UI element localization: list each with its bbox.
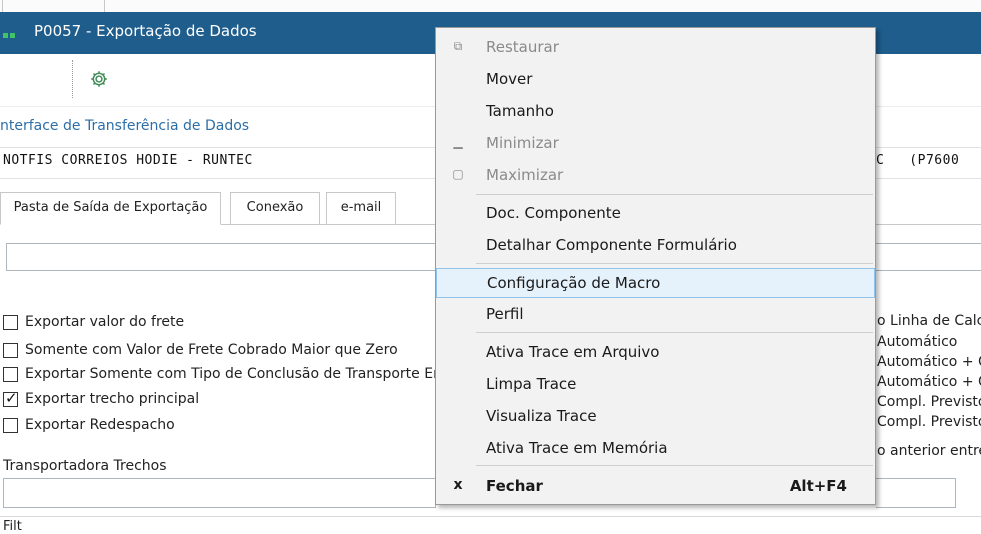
menu-separator [476, 465, 873, 466]
menu-item-label: Perfil [486, 305, 524, 323]
checkbox-label: Exportar Somente com Tipo de Conclusão d… [25, 366, 439, 382]
menu-item-label: Mover [486, 70, 533, 88]
menu-item-minimizar[interactable]: ▁ Minimizar [436, 128, 875, 158]
menu-item-fechar[interactable]: x Fechar Alt+F4 [436, 471, 875, 501]
right-option-label: Compl. Previsto [877, 414, 981, 430]
output-folder-input[interactable] [6, 243, 436, 271]
menu-item-label: Doc. Componente [486, 204, 621, 222]
menu-item-label: Minimizar [486, 134, 559, 152]
tab-email[interactable]: e-mail [326, 192, 396, 224]
menu-item-shortcut: Alt+F4 [789, 477, 847, 495]
menu-item-label: Maximizar [486, 166, 564, 184]
minimize-icon: ▁ [453, 135, 463, 149]
menu-item-label: Visualiza Trace [486, 407, 597, 425]
output-folder-input-right[interactable] [876, 243, 981, 271]
checkbox-checked[interactable] [3, 389, 18, 407]
close-icon: x [453, 477, 463, 493]
checkbox-label: Exportar trecho principal [25, 391, 200, 407]
menu-item-label: Limpa Trace [486, 375, 577, 393]
tab-conexao[interactable]: Conexão [230, 192, 320, 224]
tab-label: Conexão [246, 200, 304, 215]
menu-item-mover[interactable]: Mover [436, 64, 875, 94]
menu-item-label: Ativa Trace em Arquivo [486, 343, 660, 361]
right-option-label: o Linha de Calc [877, 313, 981, 329]
tab-pasta-saida[interactable]: Pasta de Saída de Exportação [0, 192, 221, 225]
menu-item-label: Ativa Trace em Memória [486, 439, 668, 457]
menu-item-perfil[interactable]: Perfil [436, 299, 875, 329]
gear-icon[interactable] [88, 68, 110, 90]
menu-item-tamanho[interactable]: Tamanho [436, 96, 875, 126]
app-status-icon [3, 26, 17, 42]
menu-separator [476, 263, 873, 264]
right-option-label: Automático [877, 334, 958, 350]
menu-item-ativa-trace-arquivo[interactable]: Ativa Trace em Arquivo [436, 337, 875, 367]
section-header: nterface de Transferência de Dados [0, 118, 250, 134]
carrier-input[interactable] [3, 478, 436, 508]
interface-value-right: C (P7600 [876, 153, 960, 168]
carrier-input-right[interactable] [876, 478, 956, 508]
checkbox-label: Exportar Redespacho [25, 417, 175, 433]
checkbox[interactable] [3, 418, 18, 433]
bottom-divider [0, 516, 981, 517]
interface-value: NOTFIS CORREIOS HODIE - RUNTEC [3, 153, 253, 168]
checkbox[interactable] [3, 315, 18, 330]
checkbox-label: Exportar valor do frete [25, 314, 185, 330]
maximize-icon: ▢ [452, 167, 464, 181]
right-option-label: Compl. Previsto [877, 394, 981, 410]
window-title: P0057 - Exportação de Dados [34, 22, 257, 40]
system-context-menu: ⧉ Restaurar Mover Tamanho ▁ Minimizar ▢ … [435, 27, 876, 505]
menu-item-label: Configuração de Macro [487, 274, 661, 292]
tab-label: Pasta de Saída de Exportação [13, 200, 208, 215]
right-option-label: Automático + C [877, 374, 981, 390]
menu-item-label: Tamanho [486, 102, 554, 120]
checkbox[interactable] [3, 343, 18, 358]
menu-item-label: Restaurar [486, 38, 559, 56]
checkbox-label: Somente com Valor de Frete Cobrado Maior… [25, 342, 398, 358]
tab-label: e-mail [340, 200, 382, 215]
menu-separator [476, 332, 873, 333]
menu-separator [476, 194, 873, 195]
right-option-label: Automático + C [877, 354, 981, 370]
menu-item-ativa-trace-memoria[interactable]: Ativa Trace em Memória [436, 433, 875, 463]
menu-item-detalhar-componente[interactable]: Detalhar Componente Formulário [436, 230, 875, 260]
checkbox[interactable] [3, 367, 18, 382]
menu-item-visualiza-trace[interactable]: Visualiza Trace [436, 401, 875, 431]
carrier-label: Transportadora Trechos [3, 458, 167, 474]
toolbar-separator [72, 60, 73, 98]
menu-item-doc-componente[interactable]: Doc. Componente [436, 198, 875, 228]
menu-item-label: Detalhar Componente Formulário [486, 236, 737, 254]
menu-item-configuracao-macro[interactable]: Configuração de Macro [436, 268, 875, 298]
filter-label: Filt [3, 519, 22, 534]
menu-item-label: Fechar [486, 477, 543, 495]
menu-item-maximizar[interactable]: ▢ Maximizar [436, 160, 875, 190]
menu-item-limpa-trace[interactable]: Limpa Trace [436, 369, 875, 399]
right-option-label: o anterior entreg [877, 443, 981, 459]
menu-item-restaurar[interactable]: ⧉ Restaurar [436, 32, 875, 62]
restore-icon: ⧉ [453, 39, 463, 53]
